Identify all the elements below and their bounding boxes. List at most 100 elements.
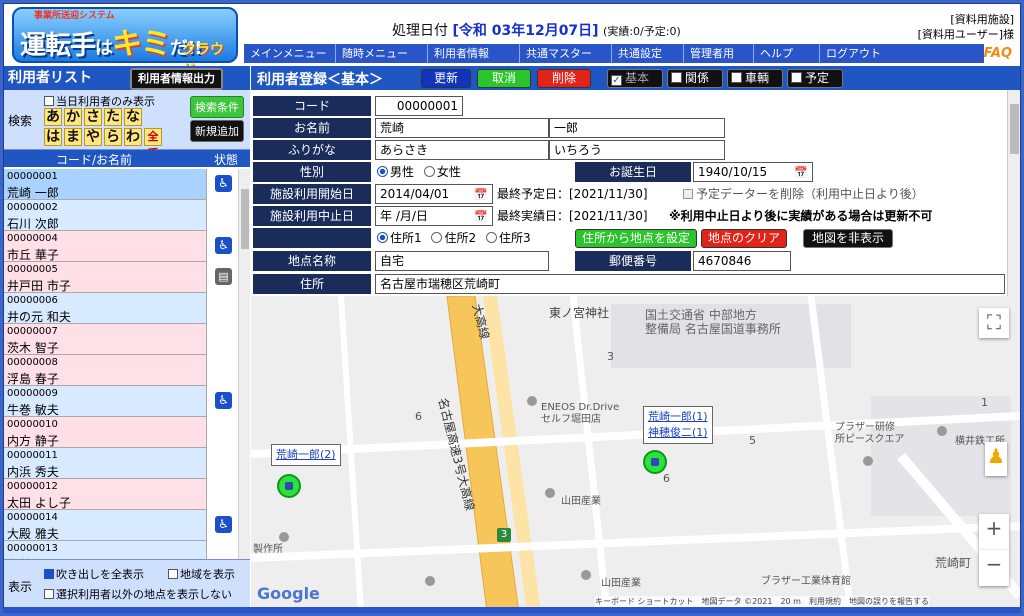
zoom-in-button[interactable]: + [979,514,1009,550]
export-user-info-button[interactable]: 利用者情報出力 [130,68,223,90]
clear-point-button[interactable]: 地点のクリア [701,229,787,248]
tab-relation[interactable]: 関係 [667,69,723,88]
kana-all[interactable]: 全て [144,128,162,159]
address1-radio[interactable] [377,232,388,243]
user-location-marker[interactable] [643,450,667,474]
table-row[interactable]: 00000011 内浜 秀夫 [4,448,238,479]
address3-radio[interactable] [485,232,497,243]
table-row[interactable]: 00000008 浮島 春子 [4,355,238,386]
kana-ta[interactable]: た [104,108,122,126]
calendar-icon[interactable]: 📅 [474,208,488,226]
table-row[interactable]: 00000010 内方 静子 [4,417,238,448]
poi-pin[interactable] [545,488,555,498]
tab-plan[interactable]: 予定 [787,69,843,88]
update-button[interactable]: 更新 [421,69,471,88]
male-radio[interactable] [377,166,388,177]
poi-pin[interactable] [937,426,947,436]
menu-anytime[interactable]: 随時メニュー [336,44,428,63]
popup-link-arasaki-2[interactable]: 荒崎一郎(2) [276,448,336,461]
fullscreen-button[interactable]: ⛶ [979,308,1009,338]
checkbox-box[interactable] [44,589,54,599]
table-row[interactable]: 00000004 市丘 華子 ♿ [4,231,238,262]
scroll-thumb[interactable] [241,189,249,249]
today-only-checkbox[interactable]: 当日利用者のみ表示 [44,93,155,109]
table-row[interactable]: 00000006 井の元 和夫 [4,293,238,324]
table-row[interactable]: 00000013御莨 仁 [4,541,238,559]
table-row[interactable]: 00000007 茨木 智子 [4,324,238,355]
show-balloon-checkbox[interactable]: 吹き出しを全表示 [44,566,144,582]
kana-ya[interactable]: や [84,128,102,146]
user-list-scrollbar[interactable] [238,169,250,559]
table-row[interactable]: 00000012 太田 よし子 [4,479,238,510]
form-scrollbar[interactable] [1007,90,1020,296]
table-row[interactable]: 00000005 井戸田 市子 ▤ [4,262,238,293]
cancel-button[interactable]: 取消 [477,69,531,88]
last-kana-field[interactable]: あらさき [375,140,549,160]
birthday-field[interactable]: 1940/10/15 📅 [693,162,813,182]
table-row[interactable]: 00000002 石川 次郎 [4,200,238,231]
hide-map-button[interactable]: 地図を非表示 [803,229,893,248]
poi-pin[interactable] [581,570,591,580]
popup-link-kamiho-1[interactable]: 神穂俊二(1) [648,426,708,439]
tab-basic[interactable]: ✓ 基本 [607,69,663,88]
table-row[interactable]: 00000001 荒崎 一郎 ♿ [4,169,238,200]
map-attribution[interactable]: キーボード ショートカット 地図データ ©2021 20 m 利用規約 地図の誤… [595,596,929,607]
start-date-field[interactable]: 2014/04/01 📅 [375,184,493,204]
menu-help[interactable]: ヘルプ [754,44,820,63]
calendar-icon[interactable]: 📅 [794,164,808,182]
place-name-field[interactable]: 自宅 [375,251,549,271]
user-list-header: 利用者リスト 利用者情報出力 [4,66,250,90]
show-area-checkbox[interactable]: 地域を表示 [168,566,235,582]
menu-admin[interactable]: 管理者用 [684,44,754,63]
first-kana-field[interactable]: いちろう [549,140,725,160]
poi-pin[interactable] [527,396,537,406]
last-name-field[interactable]: 荒崎 [375,118,549,138]
first-name-field[interactable]: 一郎 [549,118,725,138]
add-new-button[interactable]: 新規追加 [190,120,244,142]
poi-pin[interactable] [425,576,435,586]
delete-plan-option[interactable]: 予定データーを削除（利用中止日より後） [683,184,924,204]
kana-ma[interactable]: ま [64,128,82,146]
menu-common-master[interactable]: 共通マスター [520,44,612,63]
female-radio[interactable] [423,166,435,177]
checkbox-checked[interactable] [44,569,54,579]
user-location-marker-2[interactable] [277,474,301,498]
faq-link[interactable]: FAQ [984,46,1012,61]
kana-sa[interactable]: さ [84,108,102,126]
popup-link-arasaki-1[interactable]: 荒崎一郎(1) [648,410,708,423]
calendar-icon[interactable]: 📅 [474,186,488,204]
scroll-thumb[interactable] [1010,104,1019,154]
address2-radio[interactable] [431,232,443,243]
street-view-icon[interactable]: ♟ [985,442,1007,476]
stop-date-field[interactable]: 年 /月/日 📅 [375,206,493,226]
logo-text-1: 運転手 [20,31,96,61]
delete-button[interactable]: 削除 [537,69,591,88]
app-logo[interactable]: 事業所送迎システム 運転手はキミだ!! クラウド [12,7,238,78]
menu-logout[interactable]: ログアウト [820,44,910,63]
table-row[interactable]: 00000014 大殿 雅夫 ♿ [4,510,238,541]
set-point-from-address-button[interactable]: 住所から地点を設定 [575,229,697,248]
menu-user-info[interactable]: 利用者情報 [428,44,520,63]
kana-ha[interactable]: は [44,128,62,146]
hide-other-checkbox[interactable]: 選択利用者以外の地点を表示しない [44,586,232,602]
kana-ra[interactable]: ら [104,128,122,146]
tab-vehicle[interactable]: 車輌 [727,69,783,88]
map[interactable]: 東ノ宮神社 国土交通省 中部地方 整備局 名古屋国道事務所 名古屋高速3号大高線… [251,296,1020,612]
search-conditions-button[interactable]: 検索条件 [190,96,244,118]
checkbox-box[interactable] [168,569,178,579]
checkbox-box[interactable] [683,189,693,199]
code-field[interactable]: 00000001 [375,96,463,116]
kana-a[interactable]: あ [44,108,62,126]
table-row[interactable]: 00000009 牛巻 敏夫 ♿ [4,386,238,417]
checkbox-box[interactable] [44,96,54,106]
kana-na[interactable]: な [124,108,142,126]
menu-main[interactable]: メインメニュー [244,44,336,63]
kana-wa[interactable]: わ [124,128,142,146]
address-field[interactable]: 名古屋市瑞穂区荒崎町 [375,274,1005,294]
zoom-out-button[interactable]: − [979,550,1009,586]
zip-field[interactable]: 4670846 [693,251,791,271]
menu-common-settings[interactable]: 共通設定 [612,44,684,63]
poi-pin[interactable] [279,532,289,542]
kana-ka[interactable]: か [64,108,82,126]
poi-pin[interactable] [863,456,873,466]
